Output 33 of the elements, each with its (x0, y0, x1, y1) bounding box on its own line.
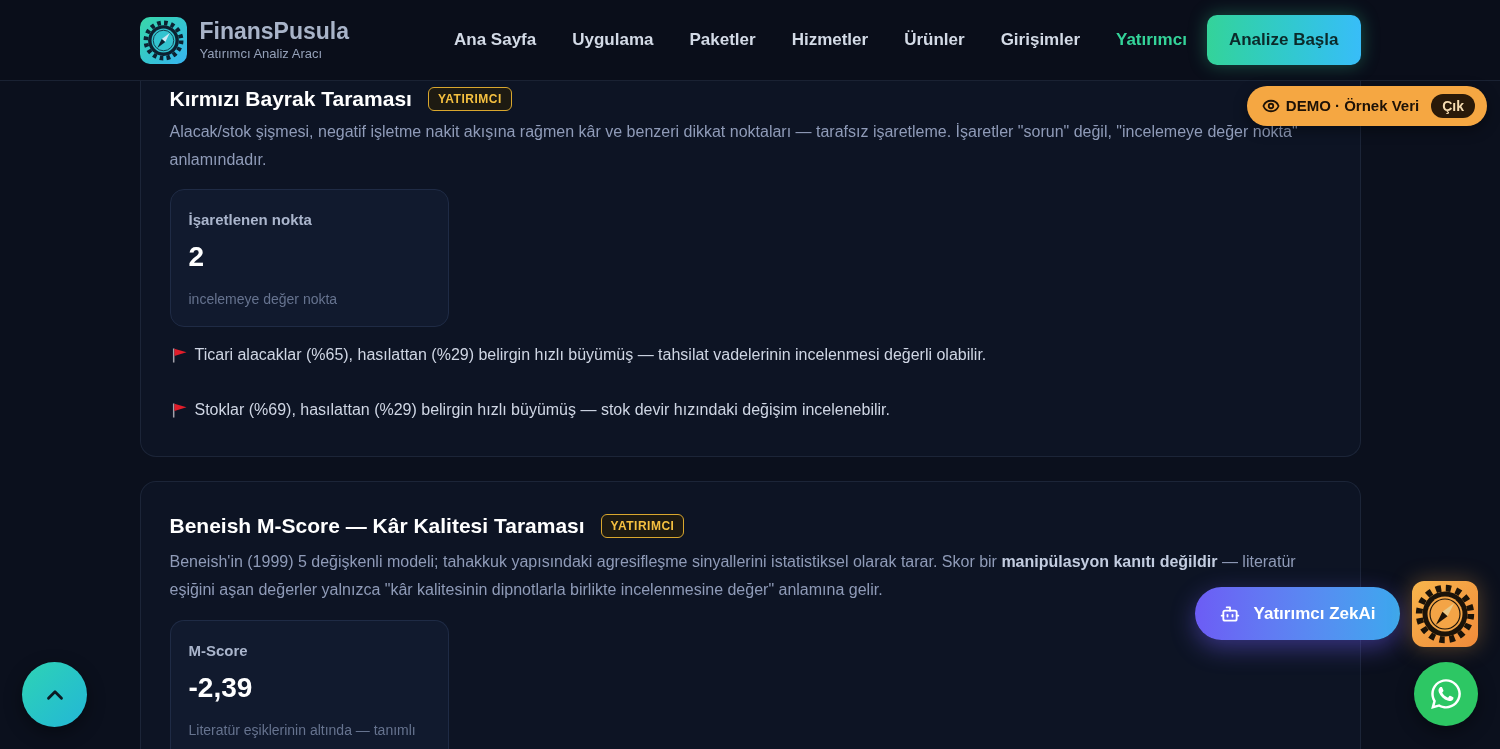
brand-tagline: Yatırımcı Analiz Aracı (199, 45, 324, 63)
phone-chat-icon (1429, 677, 1463, 711)
section-title: Beneish M-Score — Kâr Kalitesi Taraması (169, 513, 585, 539)
audience-tag: YATIRIMCI (600, 514, 685, 538)
flag-icon (171, 347, 187, 363)
demo-label: DEMO · Örnek Veri (1285, 95, 1420, 116)
stat-label: M-Score (188, 641, 249, 661)
flag-icon (171, 402, 187, 418)
nav-link[interactable]: Ürünler (904, 27, 965, 53)
robot-icon (1219, 603, 1240, 624)
eye-icon (1261, 97, 1280, 115)
stat-note: incelemeye değer nokta (188, 290, 339, 309)
start-analysis-button[interactable]: Analize Başla (1206, 15, 1361, 65)
nav-link[interactable]: Ana Sayfa (454, 27, 537, 53)
nav-link[interactable]: Hizmetler (791, 27, 869, 53)
stat-value: 2 (188, 240, 206, 274)
nav-link[interactable]: Uygulama (572, 27, 654, 53)
brand-name: FinansPusula (199, 17, 350, 45)
logo-icon[interactable] (139, 16, 187, 64)
stat-note: Literatür eşiklerinin altında — tanımlı (188, 721, 417, 740)
audience-tag: YATIRIMCI (427, 87, 512, 111)
exit-demo-button[interactable]: Çık (1431, 94, 1475, 118)
compass-gear-icon[interactable] (1412, 581, 1478, 647)
nav-link[interactable]: Yatırımcı (1116, 27, 1187, 53)
nav-link[interactable]: Girişimler (1000, 27, 1080, 53)
stat-label: İşaretlenen nokta (188, 210, 313, 230)
section-title: Kırmızı Bayrak Taraması (169, 86, 412, 112)
flag-text: Ticari alacaklar (%65), hasılattan (%29) belirgin hızlı büyümüş — tahsilat vadelerinin incelenmesi değerli olabilir. (194, 345, 987, 365)
stat-value: -2,39 (188, 671, 254, 705)
assistant-button[interactable]: Yatırımcı ZekAi (1195, 587, 1400, 640)
section-description: Alacak/stok şişmesi, negatif işletme nakit akışına rağmen kâr ve benzeri dikkat noktaları — tarafsız işaretleme. İşaretler "sorun" değil, "incelemeye değer nokta" anlamındadır. (169, 122, 1299, 170)
nav-link[interactable]: Paketler (689, 27, 756, 53)
flag-text: Stoklar (%69), hasılattan (%29) belirgin hızlı büyümüş — stok devir hızındaki değişim incelenebilir. (194, 400, 890, 420)
